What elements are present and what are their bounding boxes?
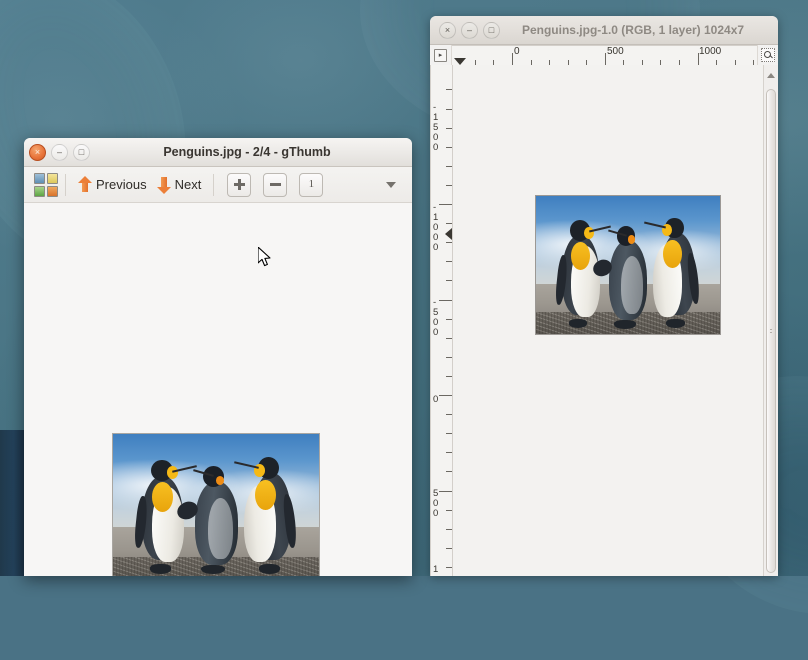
gthumb-toolbar[interactable]: Previous Next 1	[24, 167, 412, 203]
grid-cell-3	[34, 185, 45, 197]
grid-cell-2	[47, 172, 58, 184]
ruler-tick	[446, 375, 452, 377]
ruler-tick	[446, 108, 452, 110]
ruler-tick	[446, 414, 452, 416]
ruler-tick	[446, 223, 452, 225]
ruler-tick	[446, 528, 452, 530]
ruler-tick	[446, 165, 452, 167]
ruler-tick	[446, 261, 452, 263]
gimp-zoom-image-button[interactable]	[757, 45, 778, 65]
penguin-right	[644, 215, 701, 328]
v-ruler-label: ‑ 1 5 0 0	[433, 102, 439, 153]
minus-icon	[269, 179, 281, 190]
gimp-vertical-scrollbar[interactable]	[763, 65, 778, 576]
ruler-tick	[446, 318, 452, 320]
h-ruler-label: 0	[514, 46, 520, 57]
gimp-vertical-ruler[interactable]: ‑ 1 5 0 0 ‑ 1 0 0 0 ‑ 5 0 0 0 5 0 0 1	[430, 65, 453, 576]
scrollbar-thumb[interactable]	[766, 89, 776, 573]
ruler-tick	[446, 566, 452, 568]
gthumb-window[interactable]: × – □ Penguins.jpg - 2/4 - gThumb Previo…	[24, 138, 412, 576]
v-ruler-label: 1	[433, 564, 439, 575]
ruler-tick	[446, 127, 452, 129]
penguin-right	[234, 454, 299, 574]
arrow-down-icon	[156, 175, 171, 195]
ruler-tick	[446, 452, 452, 454]
scroll-up-icon[interactable]	[767, 73, 775, 78]
gthumb-window-title: Penguins.jpg - 2/4 - gThumb	[163, 145, 331, 159]
gimp-penguins-image[interactable]	[535, 195, 721, 335]
ruler-tick	[446, 509, 452, 511]
unity-launcher-bar[interactable]	[0, 430, 25, 576]
h-ruler-label: 1000	[699, 46, 722, 57]
gthumb-penguins-image[interactable]	[112, 433, 320, 576]
thumbnail-grid-icon[interactable]	[34, 172, 58, 197]
plus-icon	[233, 179, 245, 190]
ruler-tick	[446, 471, 452, 473]
gthumb-image-viewer[interactable]	[24, 203, 412, 576]
v-ruler-label: ‑ 5 0 0	[433, 297, 439, 338]
gimp-titlebar[interactable]: × – □ Penguins.jpg-1.0 (RGB, 1 layer) 10…	[430, 16, 778, 45]
v-ruler-label: ‑ 1 0 0 0	[433, 202, 439, 253]
previous-button-label: Previous	[96, 177, 147, 192]
zoom-image-icon	[761, 48, 775, 62]
next-button-label: Next	[174, 177, 202, 192]
previous-button[interactable]: Previous	[73, 172, 152, 198]
next-button[interactable]: Next	[152, 172, 207, 198]
arrow-up-icon	[78, 175, 92, 195]
zoom-in-button[interactable]	[227, 172, 252, 197]
chevron-down-icon[interactable]	[386, 181, 396, 188]
grid-cell-1	[34, 172, 45, 184]
ruler-tick	[446, 280, 452, 282]
gimp-menu-button[interactable]: ▸	[430, 45, 452, 65]
zoom-actual-size-button[interactable]: 1	[299, 172, 324, 197]
h-ruler-label: 500	[607, 46, 624, 57]
toolbar-separator-1	[65, 173, 66, 196]
ruler-tick	[446, 433, 452, 435]
ruler-tick	[446, 146, 452, 148]
zoom-out-button[interactable]	[263, 172, 288, 197]
chevron-right-icon: ▸	[434, 48, 447, 62]
toolbar-separator-2	[213, 173, 215, 196]
v-ruler-label: 500	[433, 488, 439, 519]
ruler-tick	[446, 242, 452, 244]
ruler-tick	[446, 184, 452, 186]
zoom-actual-size-label: 1	[308, 178, 315, 190]
gimp-canvas[interactable]	[453, 65, 763, 576]
ruler-tick	[446, 547, 452, 549]
h-ruler-position-marker	[454, 58, 466, 65]
gimp-image-window[interactable]: × – □ Penguins.jpg-1.0 (RGB, 1 layer) 10…	[430, 16, 778, 576]
gimp-window-title: Penguins.jpg-1.0 (RGB, 1 layer) 1024x7	[521, 23, 745, 37]
v-ruler-label: 0	[433, 394, 439, 405]
ruler-tick	[446, 356, 452, 358]
gthumb-titlebar[interactable]: × – □ Penguins.jpg - 2/4 - gThumb	[24, 138, 412, 167]
ruler-tick	[446, 89, 452, 91]
v-ruler-position-marker	[445, 228, 452, 240]
grid-cell-4	[47, 185, 58, 197]
gimp-horizontal-ruler[interactable]: 0 500 1000	[452, 45, 757, 67]
gimp-body: ‑ 1 5 0 0 ‑ 1 0 0 0 ‑ 5 0 0 0 5 0 0 1	[430, 65, 778, 576]
ruler-tick	[446, 337, 452, 339]
gimp-ruler-row: ▸ 0 500 1000	[430, 45, 778, 67]
